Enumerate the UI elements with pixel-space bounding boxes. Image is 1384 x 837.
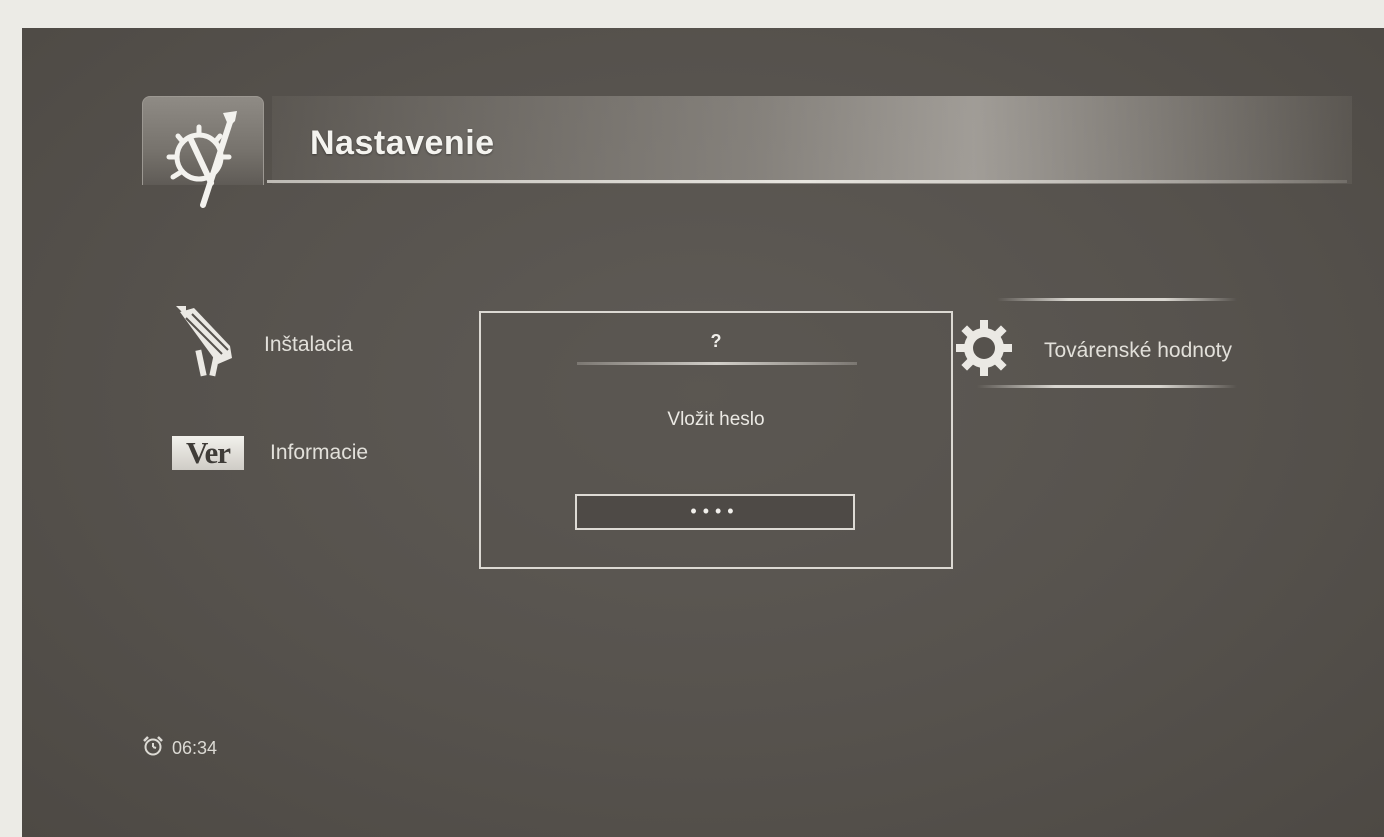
menu-item-label: Inštalacia — [264, 333, 353, 356]
alarm-clock-icon — [142, 735, 164, 762]
password-dialog: ? Vložit heslo •••• — [479, 311, 953, 569]
password-input[interactable]: •••• — [575, 494, 855, 530]
menu-item-label: Informacie — [270, 441, 369, 464]
menu-item-informacie[interactable]: Ver Informacie — [172, 436, 368, 470]
clock-time: 06:34 — [172, 738, 218, 758]
version-icon: Ver — [172, 436, 244, 470]
dialog-message: Vložit heslo — [667, 409, 765, 430]
menu-item-tovarenske-hodnoty[interactable]: Továrenské hodnoty — [952, 316, 1232, 386]
satellite-dish-icon — [172, 306, 238, 384]
tv-screen: Nastavenie Inštalacia Ver Informacie Tov… — [22, 28, 1384, 837]
header-underline — [267, 180, 1347, 183]
header-icon-tab — [142, 96, 264, 208]
version-icon-text: Ver — [172, 436, 244, 470]
clock: 06:34 — [142, 735, 217, 762]
dialog-title: ? — [710, 331, 722, 351]
menu-item-instalacia[interactable]: Inštalacia — [172, 306, 353, 384]
dialog-title-divider — [577, 362, 857, 365]
menu-item-label: Továrenské hodnoty — [1044, 339, 1232, 362]
gear-icon — [952, 316, 1016, 386]
page-title: Nastavenie — [310, 124, 495, 162]
selection-line-top — [997, 298, 1237, 301]
